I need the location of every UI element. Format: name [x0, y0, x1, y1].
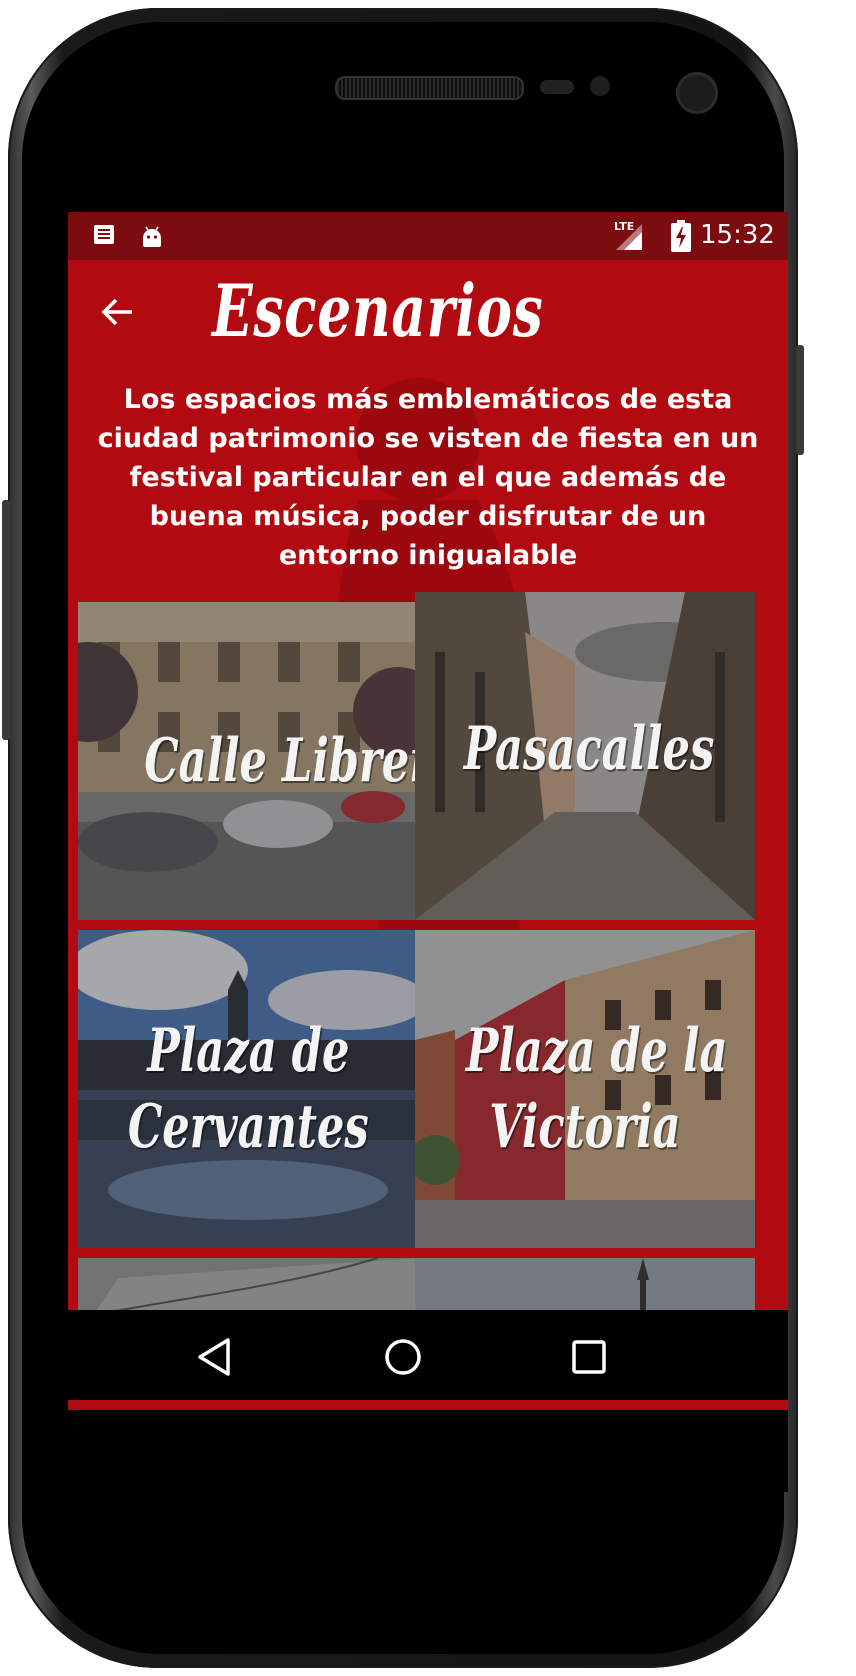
intro-text: Los espacios más emblemáticos de esta ci… — [97, 384, 759, 571]
screen: LTE 15:32 Escenarios Los espacios más em… — [68, 212, 788, 1492]
status-bar: LTE 15:32 — [68, 212, 788, 260]
navigation-bar — [68, 1310, 788, 1400]
app-bar: Escenarios — [68, 260, 788, 370]
venue-name-line1: Plaza de — [146, 1016, 350, 1086]
app-content: Escenarios Los espacios más emblemáticos… — [68, 260, 788, 1410]
front-camera — [676, 72, 718, 114]
earpiece-speaker — [335, 76, 524, 100]
venue-name: Plaza de Cervantes — [78, 1013, 418, 1165]
recents-square-icon[interactable] — [564, 1332, 614, 1382]
android-notification-icon — [143, 226, 161, 247]
venue-name-line1: Plaza de la — [465, 1016, 728, 1086]
venue-card-plaza-de-la-victoria[interactable]: Plaza de la Victoria — [415, 930, 755, 1248]
volume-button — [796, 345, 804, 455]
power-button-left — [2, 500, 10, 740]
venue-name-line2: Cervantes — [127, 1092, 369, 1162]
venue-name-line2: Victoria — [489, 1092, 681, 1162]
venue-name-line1: Pasacalles — [463, 714, 715, 785]
back-triangle-icon[interactable] — [190, 1332, 240, 1382]
venue-name: Plaza de la Victoria — [415, 1013, 755, 1165]
proximity-sensor — [540, 80, 574, 94]
home-circle-icon[interactable] — [378, 1332, 428, 1382]
battery-charging-icon — [671, 220, 691, 252]
clock: 15:32 — [700, 220, 775, 250]
venue-name: Pasacalles — [415, 711, 755, 787]
venue-card-calle-libreros[interactable]: Calle Libreros — [78, 602, 418, 920]
page-title: Escenarios — [212, 268, 544, 353]
venue-card-plaza-de-cervantes[interactable]: Plaza de Cervantes — [78, 930, 418, 1248]
light-sensor — [590, 76, 610, 96]
back-arrow-icon[interactable] — [96, 290, 140, 334]
signal-icon — [616, 224, 642, 250]
venue-card-pasacalles[interactable]: Pasacalles — [415, 592, 755, 920]
news-notification-icon — [94, 225, 114, 244]
venue-name-line1: Calle Libreros — [144, 726, 418, 796]
venue-name: Calle Libreros — [78, 723, 418, 799]
